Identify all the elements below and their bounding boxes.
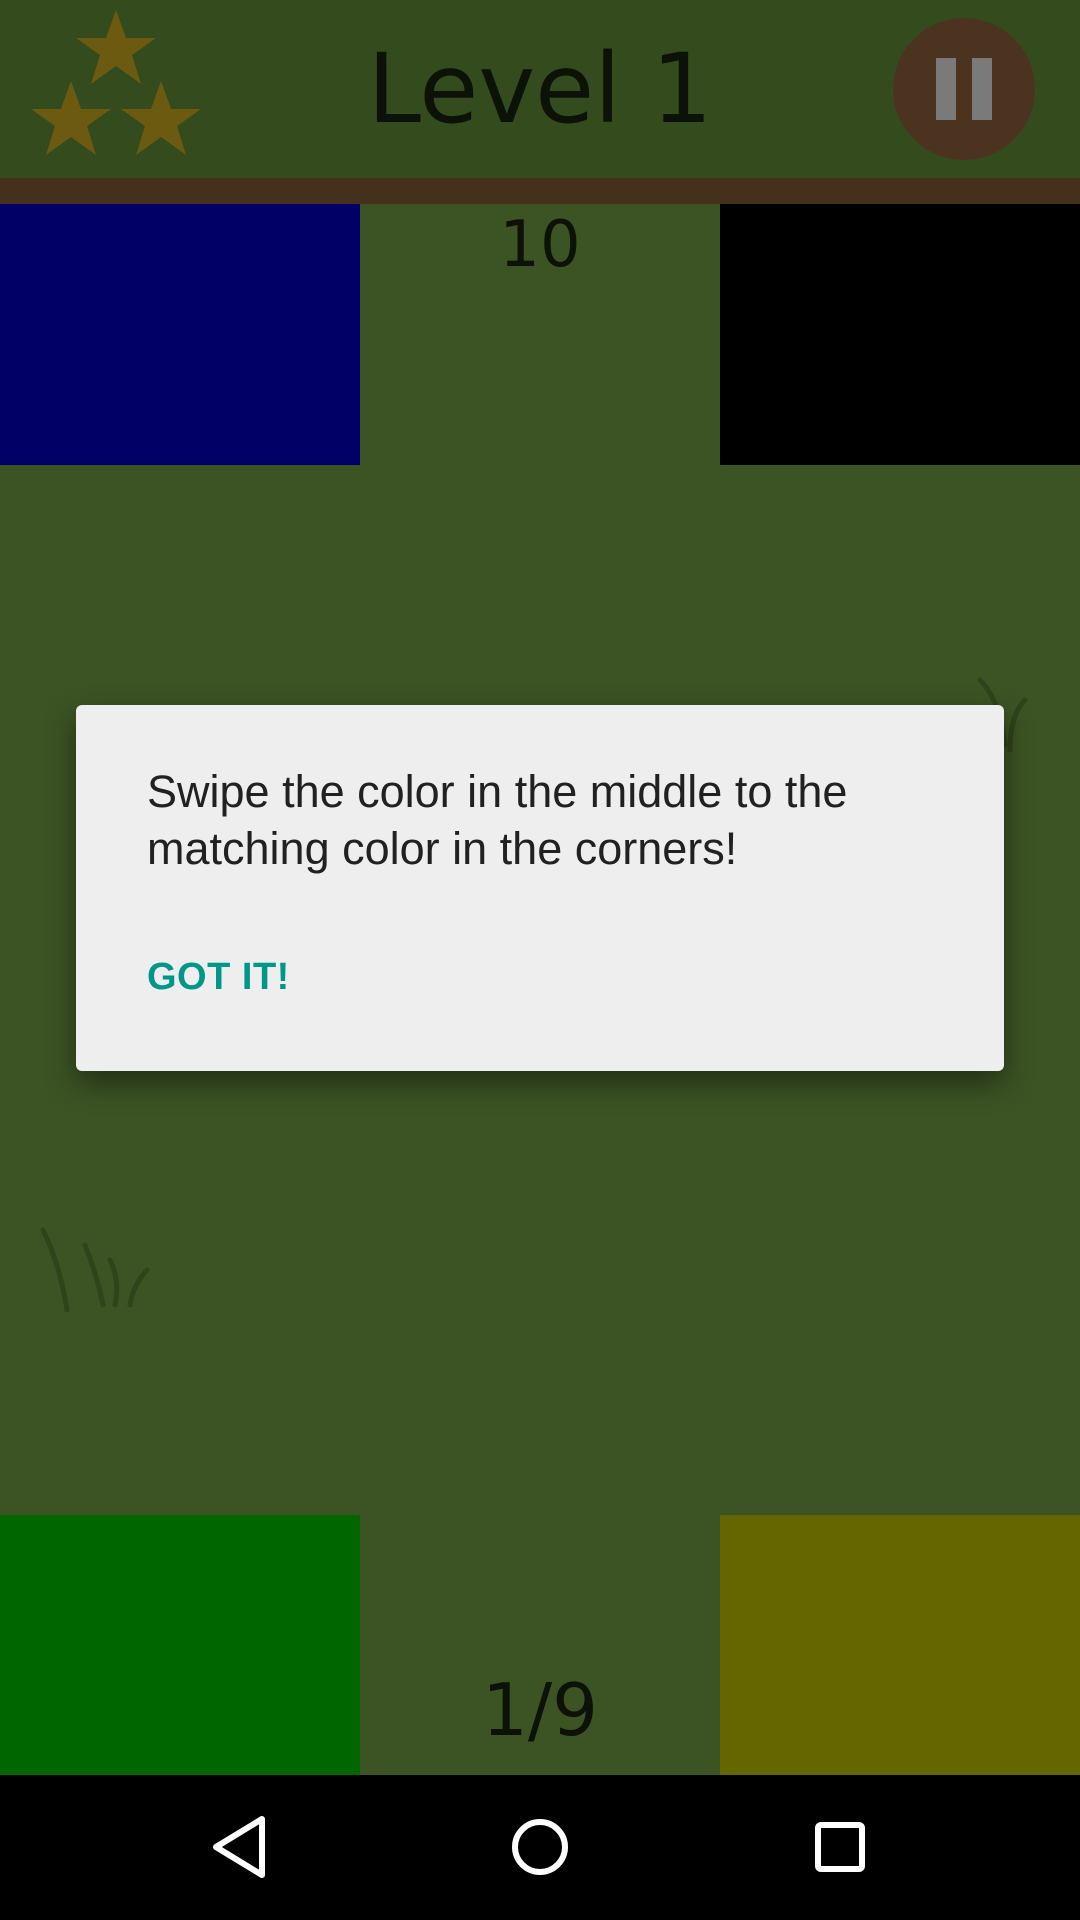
corner-top-right[interactable] (720, 204, 1080, 465)
home-circle-icon (512, 1819, 568, 1875)
countdown-timer: 10 (499, 208, 581, 282)
dialog-message: Swipe the color in the middle to the mat… (147, 766, 848, 874)
tutorial-dialog: Swipe the color in the middle to the mat… (76, 705, 1004, 1071)
nav-recents-button[interactable] (790, 1797, 890, 1897)
corner-bottom-left[interactable] (0, 1515, 360, 1776)
corner-bottom-right[interactable] (720, 1515, 1080, 1776)
header-divider (0, 178, 1080, 204)
system-nav-bar (0, 1775, 1080, 1920)
nav-back-button[interactable] (190, 1797, 290, 1897)
star-icon (76, 10, 156, 84)
back-triangle-icon (213, 1816, 265, 1878)
stars-rating (31, 10, 201, 155)
header-bar: Level 1 (0, 0, 1080, 178)
grass-decoration (40, 1227, 150, 1313)
nav-home-button[interactable] (490, 1797, 590, 1897)
star-icon (31, 81, 111, 155)
recents-square-icon (815, 1822, 865, 1872)
corner-top-left[interactable] (0, 204, 360, 465)
star-icon (121, 81, 201, 155)
level-progress: 1/9 (482, 1668, 598, 1752)
got-it-button[interactable]: GOT IT! (147, 952, 290, 1002)
level-title: Level 1 (367, 33, 713, 145)
game-screen: Level 1 10 1/9 Swipe the color in the mi… (0, 0, 1080, 1920)
pause-button[interactable] (893, 18, 1035, 160)
